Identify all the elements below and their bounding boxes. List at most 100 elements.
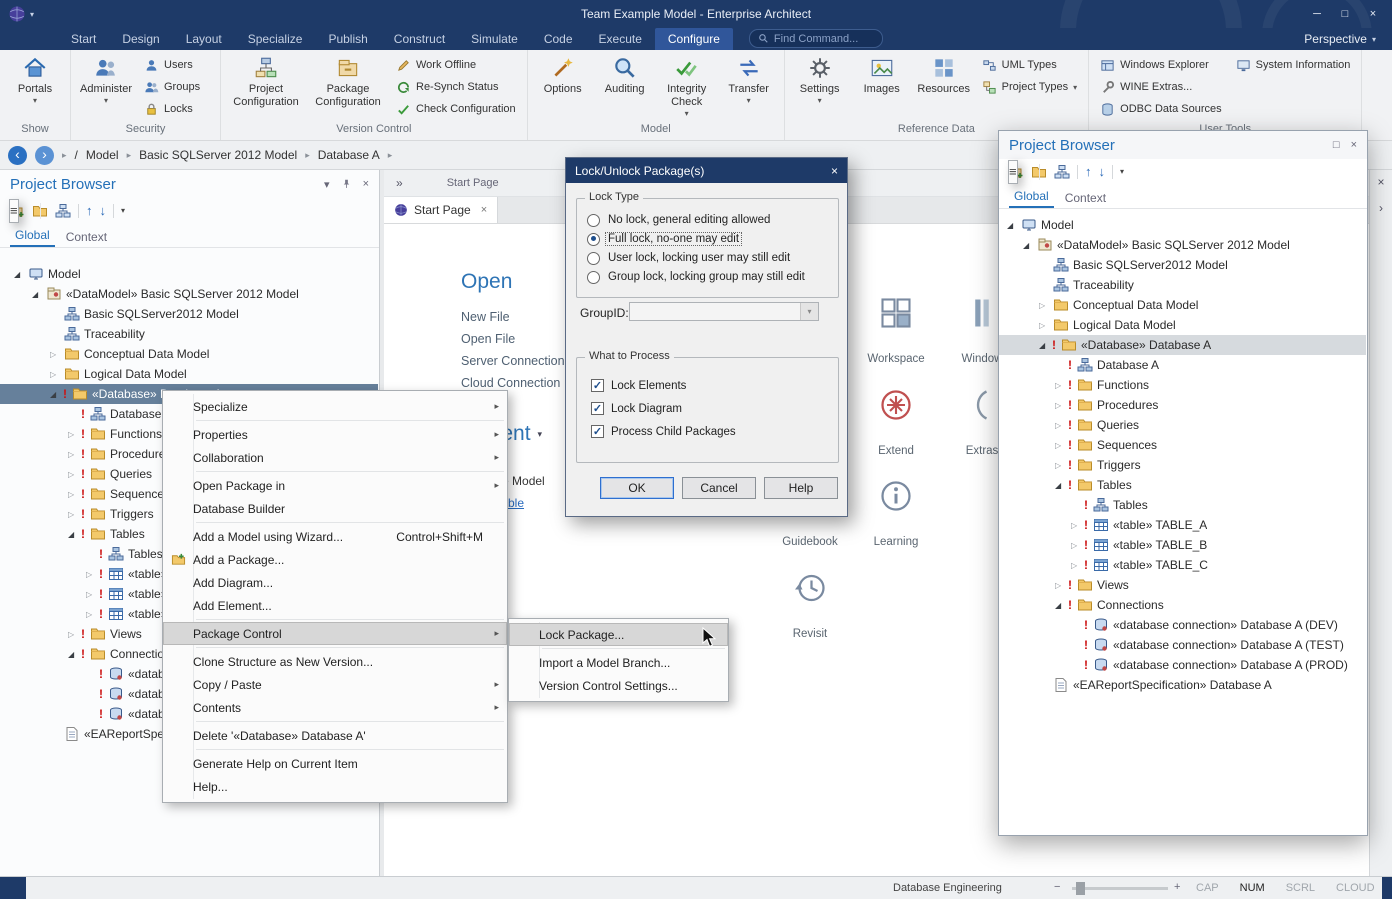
chevron-right-icon[interactable]: › bbox=[1379, 201, 1383, 215]
menu-item-properties[interactable]: Properties▸ bbox=[163, 423, 507, 446]
radio-option-no-lock-general-editing-allowed[interactable]: No lock, general editing allowed bbox=[587, 212, 838, 228]
ribbon-tab-execute[interactable]: Execute bbox=[586, 28, 655, 50]
collapsed-arrow-icon[interactable]: ▷ bbox=[1055, 401, 1068, 410]
new-diagram-icon[interactable] bbox=[55, 203, 71, 219]
move-up-button[interactable]: ↑ bbox=[1085, 165, 1092, 179]
collapsed-arrow-icon[interactable]: ▷ bbox=[1071, 541, 1084, 550]
radio-option-group-lock-locking-group-may-still-edit[interactable]: Group lock, locking group may still edit bbox=[587, 269, 838, 285]
tree-item-queries[interactable]: ▷!Queries bbox=[999, 415, 1366, 435]
menu-item-package-control[interactable]: Package Control▸ bbox=[163, 622, 507, 645]
collapsed-arrow-icon[interactable]: ▷ bbox=[1039, 321, 1052, 330]
tree-item-procedures[interactable]: ▷!Procedures bbox=[999, 395, 1366, 415]
collapsed-arrow-icon[interactable]: ▷ bbox=[68, 450, 81, 459]
ribbon-tab-publish[interactable]: Publish bbox=[315, 28, 380, 50]
move-down-button[interactable]: ↓ bbox=[1099, 165, 1106, 179]
close-icon[interactable]: × bbox=[481, 204, 487, 216]
ribbon-tab-simulate[interactable]: Simulate bbox=[458, 28, 531, 50]
collapsed-arrow-icon[interactable]: ▷ bbox=[68, 630, 81, 639]
tree-item-views[interactable]: ▷!Views bbox=[999, 575, 1366, 595]
status-toggle-cloud[interactable]: CLOUD bbox=[1336, 882, 1375, 894]
menu-item-open-package-in[interactable]: Open Package in▸ bbox=[163, 474, 507, 497]
tree-item-table-table-b[interactable]: ▷!«table» TABLE_B bbox=[999, 535, 1366, 555]
work-offline-button[interactable]: Work Offline bbox=[390, 54, 522, 76]
groupid-dropdown[interactable]: ▾ bbox=[629, 302, 819, 321]
tab-global[interactable]: Global bbox=[1009, 187, 1054, 208]
hamburger-menu-button[interactable]: ≡ bbox=[1008, 160, 1018, 184]
collapsed-arrow-icon[interactable]: ▷ bbox=[86, 570, 99, 579]
collapsed-arrow-icon[interactable]: ▷ bbox=[1055, 381, 1068, 390]
collapsed-arrow-icon[interactable]: ▷ bbox=[1071, 561, 1084, 570]
tree-item-functions[interactable]: ▷!Functions bbox=[999, 375, 1366, 395]
maximize-button[interactable]: □ bbox=[1334, 5, 1356, 23]
re-synch-status-button[interactable]: Re-Synch Status bbox=[390, 76, 522, 98]
menu-item-lock-package[interactable]: Lock Package... bbox=[509, 623, 728, 646]
menu-item-version-control-settings[interactable]: Version Control Settings... bbox=[509, 674, 728, 697]
start-link-cloud-connection[interactable]: Cloud Connection bbox=[461, 376, 565, 390]
status-toggle-cap[interactable]: CAP bbox=[1196, 882, 1219, 894]
start-tile-revisit[interactable]: Revisit bbox=[765, 570, 855, 640]
status-toggle-num[interactable]: NUM bbox=[1240, 882, 1265, 894]
menu-item-add-a-package[interactable]: Add a Package... bbox=[163, 548, 507, 571]
tab-context[interactable]: Context bbox=[1060, 189, 1111, 208]
project-configuration-button[interactable]: Project Configuration bbox=[226, 52, 306, 112]
menu-item-add-a-model-using-wizard[interactable]: Add a Model using Wizard...Control+Shift… bbox=[163, 525, 507, 548]
locks-button[interactable]: Locks bbox=[138, 98, 206, 120]
collapsed-arrow-icon[interactable]: ▷ bbox=[1055, 581, 1068, 590]
tree-item-tables[interactable]: !Tables bbox=[999, 495, 1366, 515]
menu-item-database-builder[interactable]: Database Builder bbox=[163, 497, 507, 520]
package-configuration-button[interactable]: Package Configuration bbox=[308, 52, 388, 112]
expanded-arrow-icon[interactable]: ◢ bbox=[68, 650, 81, 659]
windows-explorer-button[interactable]: Windows Explorer bbox=[1094, 54, 1227, 76]
menu-item-copy-paste[interactable]: Copy / Paste▸ bbox=[163, 673, 507, 696]
new-diagram-icon[interactable] bbox=[1054, 164, 1070, 180]
groups-button[interactable]: Groups bbox=[138, 76, 206, 98]
menu-item-collaboration[interactable]: Collaboration▸ bbox=[163, 446, 507, 469]
tree-item-conceptual-data-model[interactable]: ▷Conceptual Data Model bbox=[999, 295, 1366, 315]
tree-item-triggers[interactable]: ▷!Triggers bbox=[999, 455, 1366, 475]
system-information-button[interactable]: System Information bbox=[1230, 54, 1357, 76]
tree-item-database-database-a[interactable]: ◢!«Database» Database A bbox=[999, 335, 1366, 355]
collapsed-arrow-icon[interactable]: ▷ bbox=[86, 610, 99, 619]
users-button[interactable]: Users bbox=[138, 54, 206, 76]
tree-item-basic-sqlserver2012-model[interactable]: Basic SQLServer2012 Model bbox=[0, 304, 378, 324]
collapsed-arrow-icon[interactable]: ▷ bbox=[50, 350, 63, 359]
tree-item-database-a[interactable]: !Database A bbox=[999, 355, 1366, 375]
odbc-data-sources-button[interactable]: ODBC Data Sources bbox=[1094, 98, 1227, 120]
expanded-arrow-icon[interactable]: ◢ bbox=[50, 390, 63, 399]
tree-item-model[interactable]: ◢Model bbox=[999, 215, 1366, 235]
collapsed-arrow-icon[interactable]: ▷ bbox=[1071, 521, 1084, 530]
tree-item-table-table-a[interactable]: ▷!«table» TABLE_A bbox=[999, 515, 1366, 535]
expanded-arrow-icon[interactable]: ◢ bbox=[68, 530, 81, 539]
menu-item-import-a-model-branch[interactable]: Import a Model Branch... bbox=[509, 651, 728, 674]
collapsed-arrow-icon[interactable]: ▷ bbox=[68, 430, 81, 439]
collapsed-arrow-icon[interactable]: ▷ bbox=[68, 490, 81, 499]
tree-item-sequences[interactable]: ▷!Sequences bbox=[999, 435, 1366, 455]
expanded-arrow-icon[interactable]: ◢ bbox=[1055, 481, 1068, 490]
menu-item-generate-help-on-current-item[interactable]: Generate Help on Current Item bbox=[163, 752, 507, 775]
integrity-check-button[interactable]: Integrity Check▾ bbox=[657, 52, 717, 121]
ribbon-tab-code[interactable]: Code bbox=[531, 28, 586, 50]
start-tile-extend[interactable]: Extend bbox=[851, 387, 941, 457]
close-icon[interactable]: × bbox=[1377, 175, 1384, 189]
menu-item-clone-structure-as-new-version[interactable]: Clone Structure as New Version... bbox=[163, 650, 507, 673]
tree-item-traceability[interactable]: Traceability bbox=[0, 324, 378, 344]
tree-item-database-connection-database-a-test[interactable]: !«database connection» Database A (TEST) bbox=[999, 635, 1366, 655]
expanded-arrow-icon[interactable]: ◢ bbox=[14, 270, 27, 279]
move-down-button[interactable]: ↓ bbox=[100, 204, 107, 218]
radio-option-user-lock-locking-user-may-still-edit[interactable]: User lock, locking user may still edit bbox=[587, 250, 838, 266]
perspective-button[interactable]: Perspective ▾ bbox=[1304, 32, 1376, 46]
collapsed-arrow-icon[interactable]: ▷ bbox=[1055, 461, 1068, 470]
help-button[interactable]: Help bbox=[764, 477, 838, 499]
chevron-down-icon[interactable]: ▾ bbox=[324, 178, 330, 191]
checkbox-option-lock-elements[interactable]: ✓Lock Elements bbox=[591, 378, 838, 393]
tree-item-tables[interactable]: ◢!Tables bbox=[999, 475, 1366, 495]
expanded-arrow-icon[interactable]: ◢ bbox=[1055, 601, 1068, 610]
breadcrumb-item-database-a[interactable]: Database A bbox=[318, 148, 380, 162]
tree-item-logical-data-model[interactable]: ▷Logical Data Model bbox=[0, 364, 378, 384]
portals-button[interactable]: Portals▾ bbox=[5, 52, 65, 108]
maximize-icon[interactable]: □ bbox=[1333, 139, 1340, 151]
move-up-button[interactable]: ↑ bbox=[86, 204, 93, 218]
close-icon[interactable]: × bbox=[363, 178, 369, 190]
menu-item-specialize[interactable]: Specialize▸ bbox=[163, 395, 507, 418]
tree-item-datamodel-basic-sqlserver-2012-model[interactable]: ◢«DataModel» Basic SQLServer 2012 Model bbox=[0, 284, 378, 304]
